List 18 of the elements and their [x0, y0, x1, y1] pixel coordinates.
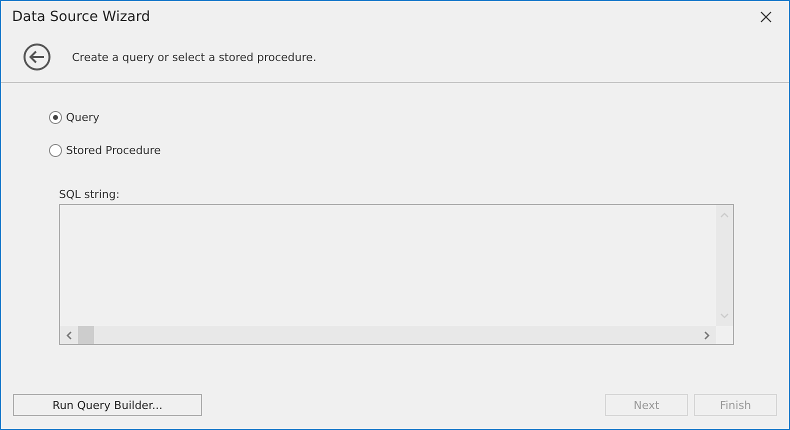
vertical-scrollbar[interactable] — [716, 205, 733, 326]
query-builder-button[interactable]: Run Query Builder... — [13, 394, 202, 416]
back-button[interactable] — [23, 43, 51, 71]
up-chevron-icon — [720, 212, 729, 218]
scroll-thumb[interactable] — [78, 326, 94, 344]
field-label: SQL string: — [59, 188, 120, 201]
radio-button[interactable] — [49, 111, 62, 124]
sql-text-area[interactable] — [59, 204, 734, 345]
header-text: Create a query or select a stored procedure. — [72, 50, 316, 64]
radio-button[interactable] — [49, 144, 62, 157]
close-icon — [760, 10, 772, 22]
left-chevron-icon — [66, 330, 72, 340]
down-chevron-icon — [720, 313, 729, 319]
right-chevron-icon — [704, 330, 710, 340]
horizontal-scrollbar[interactable] — [60, 326, 716, 344]
window-title: Data Source Wizard — [12, 8, 150, 24]
radio-option[interactable]: Stored Procedure — [49, 144, 161, 157]
radio-option[interactable]: Query — [49, 111, 100, 124]
